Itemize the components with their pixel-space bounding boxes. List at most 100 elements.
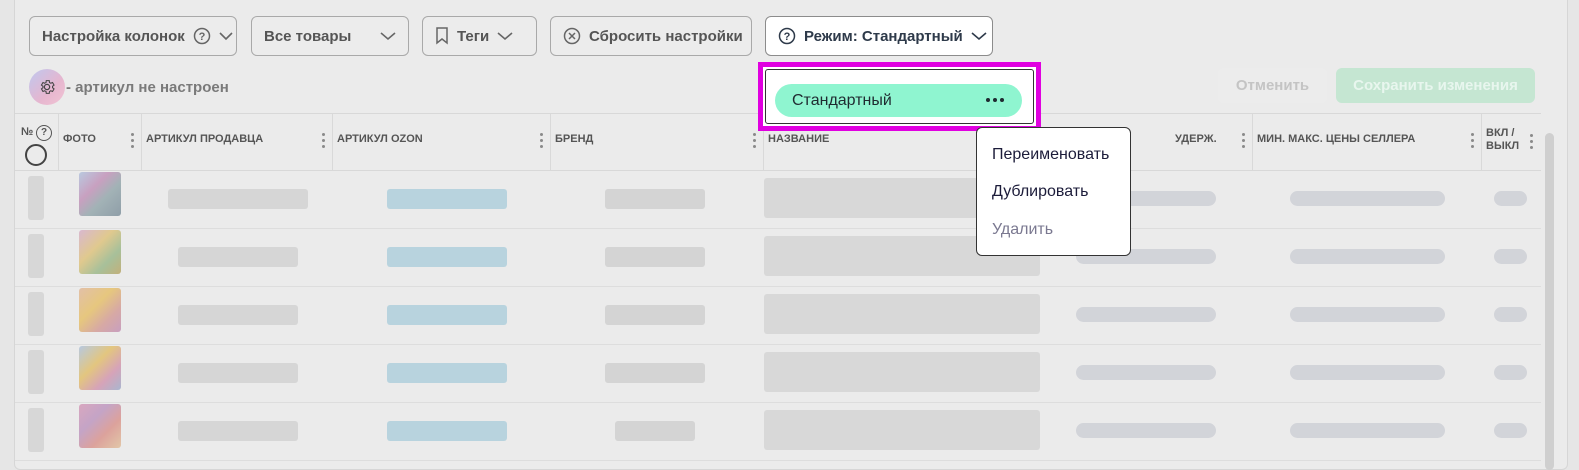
column-menu-icon[interactable]	[131, 133, 135, 151]
table-row[interactable]	[15, 286, 1541, 345]
sku-settings-button[interactable]	[29, 69, 65, 105]
price-range-blurred	[1290, 307, 1445, 322]
column-settings-button[interactable]: Настройка колонок ?	[29, 16, 237, 56]
column-header-min-max-prices[interactable]: МИН. МАКС. ЦЕНЫ СЕЛЛЕРА	[1253, 114, 1482, 170]
column-header-on-off[interactable]: ВКЛ / ВЫКЛ	[1482, 114, 1533, 170]
toggle-blurred[interactable]	[1494, 365, 1527, 380]
mode-option-standard[interactable]: Стандартный	[775, 84, 1022, 117]
product-thumbnail[interactable]	[79, 404, 121, 448]
close-circle-icon	[563, 27, 581, 45]
column-menu-icon[interactable]	[1530, 134, 1534, 152]
column-header-label: БРЕНД	[555, 133, 594, 145]
mode-select[interactable]: ? Режим: Стандартный	[765, 16, 993, 56]
table-row[interactable]	[15, 402, 1541, 461]
column-header-brand[interactable]: БРЕНД	[551, 114, 764, 170]
toggle-blurred[interactable]	[1494, 191, 1527, 206]
svg-text:?: ?	[784, 31, 791, 43]
row-number-blurred	[28, 292, 44, 336]
product-thumbnail[interactable]	[79, 172, 121, 216]
product-thumbnail[interactable]	[79, 346, 121, 390]
mode-select-label: Режим: Стандартный	[804, 27, 963, 45]
cancel-button[interactable]: Отменить	[1218, 68, 1327, 103]
table-row[interactable]	[15, 228, 1541, 287]
column-menu-icon[interactable]	[322, 133, 326, 151]
brand-blurred	[605, 305, 705, 325]
help-icon[interactable]: ?	[778, 27, 796, 45]
tags-label: Теги	[457, 27, 490, 45]
ozon-sku-link[interactable]	[387, 305, 507, 325]
reset-settings-button[interactable]: Сбросить настройки	[550, 16, 752, 56]
column-header-ozon-sku[interactable]: АРТИКУЛ OZON	[333, 114, 551, 170]
column-header-photo[interactable]: ФОТО	[59, 114, 142, 170]
column-settings-label: Настройка колонок	[42, 27, 185, 45]
all-products-label: Все товары	[264, 27, 352, 45]
mode-dropdown-list: Стандартный	[765, 69, 1034, 124]
mode-dropdown: Стандартный	[758, 62, 1041, 131]
brand-blurred	[615, 421, 695, 441]
select-all-radio[interactable]	[25, 144, 47, 166]
mode-context-menu: Переименовать Дублировать Удалить	[976, 127, 1131, 256]
toggle-blurred[interactable]	[1494, 423, 1527, 438]
column-header-label: МИН. МАКС. ЦЕНЫ СЕЛЛЕРА	[1257, 133, 1416, 145]
gear-icon	[38, 78, 56, 96]
table-row[interactable]	[15, 170, 1541, 229]
reset-settings-label: Сбросить настройки	[589, 27, 743, 45]
toggle-blurred[interactable]	[1494, 249, 1527, 264]
row-number-blurred	[28, 234, 44, 278]
hold-value-blurred	[1076, 307, 1216, 322]
delete-menu-item: Удалить	[992, 221, 1054, 238]
column-header-label: ВКЛ / ВЫКЛ	[1486, 127, 1520, 152]
column-menu-icon[interactable]	[753, 133, 757, 151]
help-icon[interactable]: ?	[36, 125, 52, 141]
column-header-seller-sku[interactable]: АРТИКУЛ ПРОДАВЦА	[142, 114, 333, 170]
seller-sku-blurred	[178, 305, 298, 325]
product-thumbnail[interactable]	[79, 230, 121, 274]
chevron-down-icon	[380, 31, 396, 41]
rename-menu-item[interactable]: Переименовать	[992, 146, 1109, 164]
column-menu-icon[interactable]	[540, 133, 544, 151]
column-header-label: НАЗВАНИЕ	[768, 133, 830, 145]
brand-blurred	[605, 247, 705, 267]
column-menu-icon[interactable]	[1242, 133, 1246, 151]
brand-blurred	[605, 189, 705, 209]
column-menu-icon[interactable]	[1471, 133, 1475, 151]
seller-sku-blurred	[168, 189, 308, 209]
ozon-sku-link[interactable]	[387, 247, 507, 267]
save-changes-button[interactable]: Сохранить изменения	[1336, 68, 1535, 103]
seller-sku-blurred	[178, 421, 298, 441]
product-name-blurred	[764, 352, 1040, 392]
column-header-number[interactable]: № ?	[15, 114, 59, 170]
hold-value-blurred	[1076, 423, 1216, 438]
app-window: Настройка колонок ? Все товары Теги Сбро…	[0, 0, 1579, 470]
vertical-scrollbar[interactable]	[1545, 133, 1554, 470]
toggle-blurred[interactable]	[1494, 307, 1527, 322]
column-header-label: АРТИКУЛ OZON	[337, 133, 423, 145]
column-header-label: УДЕРЖ.	[1175, 133, 1217, 145]
ozon-sku-link[interactable]	[387, 189, 507, 209]
hold-value-blurred	[1076, 365, 1216, 380]
duplicate-menu-item[interactable]: Дублировать	[992, 183, 1088, 201]
more-options-icon[interactable]	[986, 91, 1004, 109]
help-icon[interactable]: ?	[193, 27, 211, 45]
seller-sku-blurred	[178, 247, 298, 267]
price-range-blurred	[1290, 191, 1445, 206]
product-name-blurred	[764, 294, 1040, 334]
brand-blurred	[605, 363, 705, 383]
tags-button[interactable]: Теги	[422, 16, 537, 56]
all-products-select[interactable]: Все товары	[251, 16, 409, 56]
price-range-blurred	[1290, 423, 1445, 438]
chevron-down-icon	[497, 31, 513, 41]
seller-sku-blurred	[178, 363, 298, 383]
table-row[interactable]	[15, 344, 1541, 403]
chevron-down-icon	[219, 31, 233, 41]
column-header-label: ФОТО	[63, 133, 96, 145]
price-range-blurred	[1290, 249, 1445, 264]
ozon-sku-link[interactable]	[387, 363, 507, 383]
product-thumbnail[interactable]	[79, 288, 121, 332]
ozon-sku-link[interactable]	[387, 421, 507, 441]
sku-status-text: - артикул не настроен	[66, 79, 229, 96]
row-number-blurred	[28, 176, 44, 220]
product-name-blurred	[764, 410, 1040, 450]
mode-option-label: Стандартный	[792, 91, 892, 109]
column-header-label: №	[21, 126, 34, 138]
